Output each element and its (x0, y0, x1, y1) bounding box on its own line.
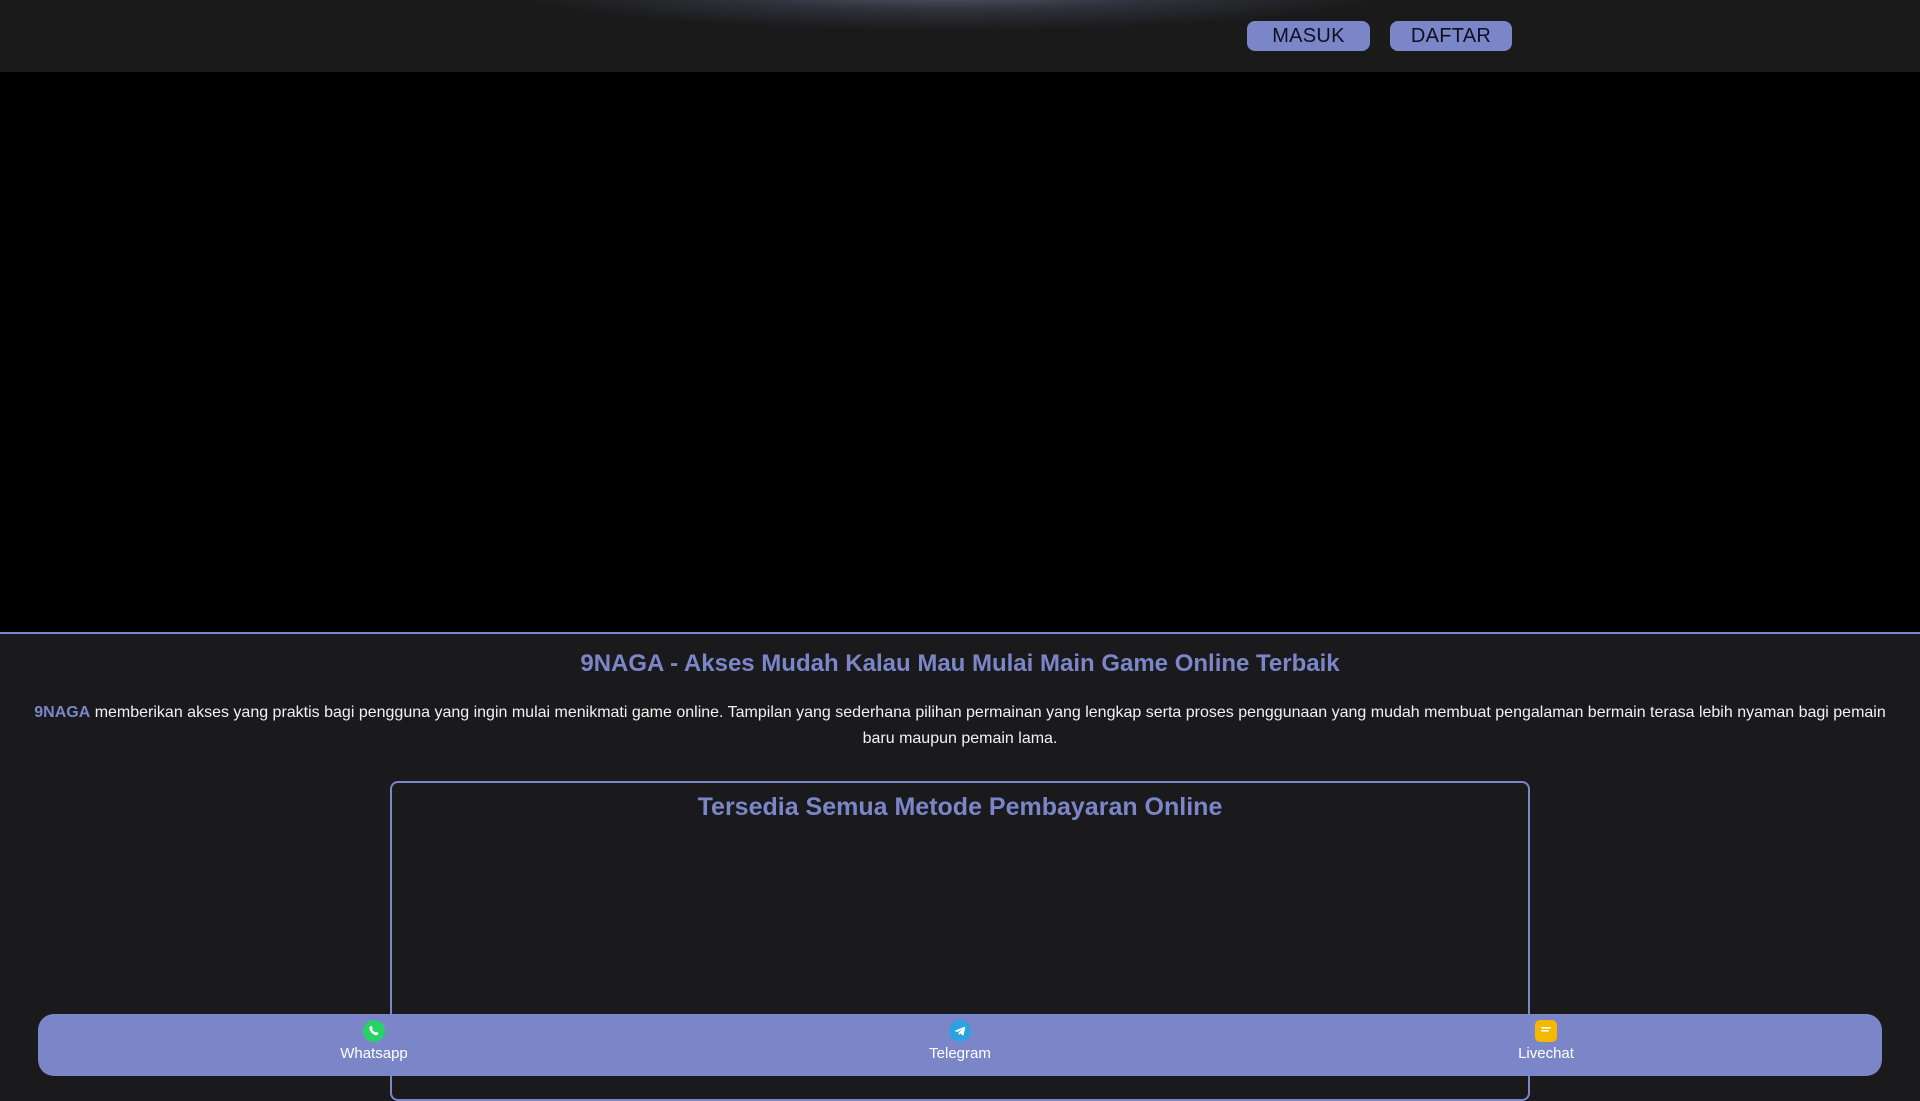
intro-paragraph: 9NAGA memberikan akses yang praktis bagi… (18, 700, 1902, 752)
telegram-label: Telegram (929, 1045, 991, 1062)
intro-text: memberikan akses yang praktis bagi pengg… (90, 704, 1886, 747)
hero-banner (0, 72, 1920, 632)
page-title: 9NAGA - Akses Mudah Kalau Mau Mulai Main… (580, 650, 1340, 677)
telegram-icon (949, 1020, 971, 1042)
register-button[interactable]: DAFTAR (1390, 21, 1512, 51)
intro-brand-link[interactable]: 9NAGA (34, 704, 90, 721)
whatsapp-icon (363, 1020, 385, 1042)
login-button[interactable]: MASUK (1247, 21, 1370, 51)
livechat-icon (1535, 1020, 1557, 1042)
whatsapp-label: Whatsapp (340, 1045, 408, 1062)
telegram-link[interactable]: Telegram (880, 1020, 1040, 1062)
bottom-contact-bar: Whatsapp Telegram Livechat (38, 1014, 1882, 1076)
payment-methods-title: Tersedia Semua Metode Pembayaran Online (697, 793, 1223, 821)
livechat-link[interactable]: Livechat (1466, 1020, 1626, 1062)
site-header: MASUK DAFTAR (0, 0, 1920, 72)
livechat-label: Livechat (1518, 1045, 1574, 1062)
hero-divider (0, 632, 1920, 634)
whatsapp-link[interactable]: Whatsapp (294, 1020, 454, 1062)
